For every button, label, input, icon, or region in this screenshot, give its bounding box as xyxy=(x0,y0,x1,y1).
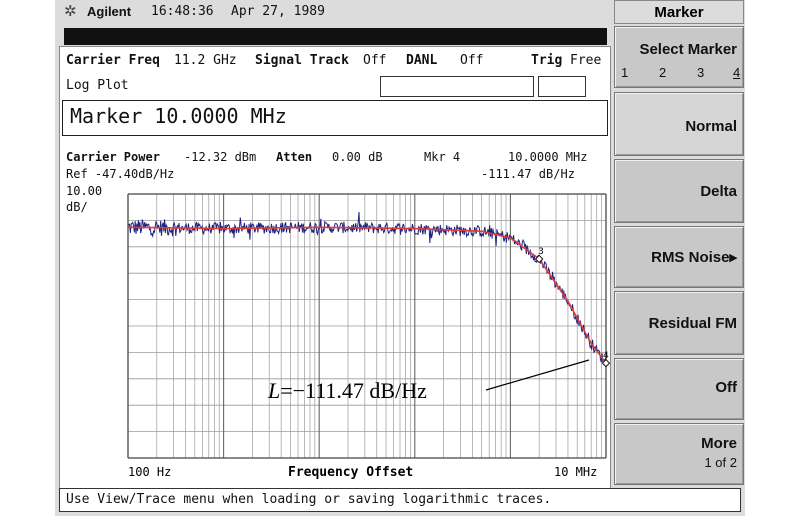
delta-label: Delta xyxy=(700,183,737,200)
annotation-text: L=−111.47 dB/Hz xyxy=(267,378,427,403)
x-axis-start-label: 100 Hz xyxy=(128,465,171,479)
rms-noise-label: RMS Noise▸ xyxy=(651,249,737,266)
more-softkey[interactable]: More 1 of 2 xyxy=(614,423,744,485)
off-softkey[interactable]: Off xyxy=(614,358,744,420)
normal-softkey[interactable]: Normal xyxy=(614,92,744,156)
off-label: Off xyxy=(715,379,737,396)
residual-fm-softkey[interactable]: Residual FM xyxy=(614,291,744,355)
marker-option-1[interactable]: 1 xyxy=(621,65,628,80)
menu-title: Marker xyxy=(614,0,744,24)
marker-3-label: 3 xyxy=(538,247,544,257)
normal-label: Normal xyxy=(685,118,737,135)
x-axis-stop-label: 10 MHz xyxy=(554,465,597,479)
rms-noise-softkey[interactable]: RMS Noise▸ xyxy=(614,226,744,288)
delta-softkey[interactable]: Delta xyxy=(614,159,744,223)
x-axis-title: Frequency Offset xyxy=(288,465,413,480)
marker-option-4[interactable]: 4 xyxy=(733,65,740,80)
marker-option-2[interactable]: 2 xyxy=(659,65,666,80)
marker-option-3[interactable]: 3 xyxy=(697,65,704,80)
residual-fm-label: Residual FM xyxy=(648,315,737,332)
message-bar: Use View/Trace menu when loading or savi… xyxy=(59,488,741,512)
marker-4-label: 4 xyxy=(603,351,609,361)
more-label: More xyxy=(701,435,737,452)
more-page-label: 1 of 2 xyxy=(704,455,737,470)
select-marker-softkey[interactable]: Select Marker 1 2 3 4 xyxy=(614,26,744,88)
